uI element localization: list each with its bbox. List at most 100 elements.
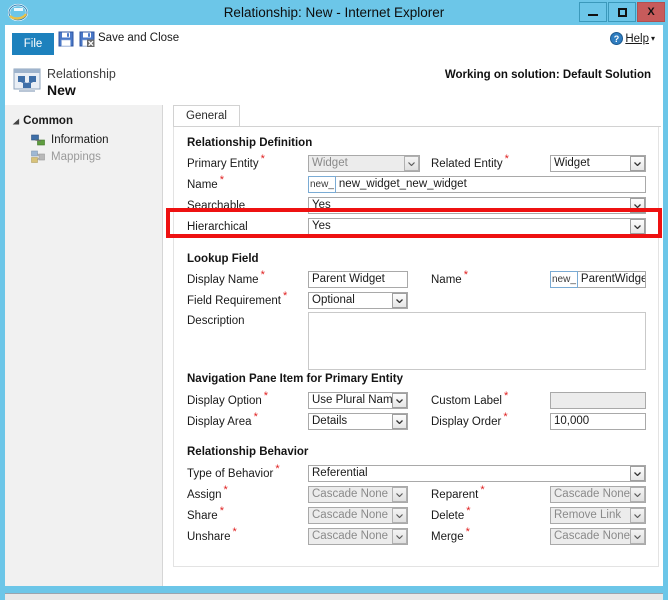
save-icon[interactable] bbox=[58, 31, 74, 47]
window-controls: X bbox=[579, 2, 665, 22]
input-description[interactable] bbox=[308, 312, 646, 370]
close-button[interactable]: X bbox=[637, 2, 665, 22]
required-marker: * bbox=[505, 153, 509, 165]
application-window: Relationship: New - Internet Explorer X … bbox=[0, 0, 668, 600]
form-panel: Relationship Definition Primary Entity* … bbox=[173, 127, 659, 567]
nav-group-label: Common bbox=[23, 115, 73, 127]
label-related-entity: Related Entity* bbox=[431, 158, 509, 170]
select-display-option[interactable]: Use Plural Name bbox=[308, 392, 408, 409]
chevron-down-icon[interactable] bbox=[392, 414, 407, 429]
name-value[interactable]: new_widget_new_widget bbox=[336, 176, 646, 193]
chevron-down-icon[interactable] bbox=[630, 508, 645, 523]
required-marker: * bbox=[480, 484, 484, 496]
select-assign[interactable]: Cascade None bbox=[308, 486, 408, 503]
required-marker: * bbox=[220, 505, 224, 517]
section-title-relationship-definition: Relationship Definition bbox=[187, 137, 312, 149]
chevron-down-icon[interactable] bbox=[630, 466, 645, 481]
page-body: Relationship New Working on solution: De… bbox=[5, 55, 663, 586]
left-navigation: ◢ Common Information bbox=[5, 105, 163, 586]
label-display-order: Display Order* bbox=[431, 416, 508, 428]
chevron-down-icon[interactable]: ▾ bbox=[651, 34, 655, 43]
select-type-of-behavior[interactable]: Referential bbox=[308, 465, 646, 482]
help-menu[interactable]: ? Help ▾ bbox=[610, 32, 655, 45]
chevron-down-icon[interactable] bbox=[404, 156, 419, 171]
select-related-entity[interactable]: Widget bbox=[550, 155, 646, 172]
label-lookup-name: Name* bbox=[431, 274, 468, 286]
label-unshare: Unshare* bbox=[187, 531, 237, 543]
label-custom-label: Custom Label* bbox=[431, 395, 508, 407]
select-primary-entity[interactable]: Widget bbox=[308, 155, 420, 172]
title-bar: Relationship: New - Internet Explorer X bbox=[0, 0, 668, 25]
section-title-relationship-behavior: Relationship Behavior bbox=[187, 446, 308, 458]
chevron-down-icon[interactable] bbox=[392, 293, 407, 308]
chevron-down-icon[interactable] bbox=[392, 529, 407, 544]
form-area: General Relationship Definition Primary … bbox=[163, 105, 663, 586]
select-field-requirement[interactable]: Optional bbox=[308, 292, 408, 309]
sidebar-item-mappings[interactable]: Mappings bbox=[31, 150, 101, 164]
help-icon: ? bbox=[610, 32, 623, 45]
label-field-requirement: Field Requirement* bbox=[187, 295, 287, 307]
maximize-button[interactable] bbox=[608, 2, 636, 22]
required-marker: * bbox=[275, 463, 279, 475]
label-searchable: Searchable bbox=[187, 200, 245, 212]
select-unshare[interactable]: Cascade None bbox=[308, 528, 408, 545]
file-tab[interactable]: File bbox=[12, 33, 54, 55]
required-marker: * bbox=[261, 269, 265, 281]
svg-text:?: ? bbox=[614, 34, 620, 44]
collapse-arrow-icon[interactable]: ◢ bbox=[13, 117, 19, 125]
select-display-area[interactable]: Details bbox=[308, 413, 408, 430]
required-marker: * bbox=[264, 390, 268, 402]
minimize-icon bbox=[588, 14, 598, 16]
required-marker: * bbox=[466, 505, 470, 517]
help-label[interactable]: Help bbox=[625, 33, 649, 45]
input-display-name[interactable]: Parent Widget bbox=[308, 271, 408, 288]
label-display-area: Display Area* bbox=[187, 416, 258, 428]
input-lookup-name[interactable]: new_ ParentWidgetId bbox=[550, 271, 646, 288]
window-status-strip bbox=[5, 593, 663, 600]
select-delete[interactable]: Remove Link bbox=[550, 507, 646, 524]
section-title-lookup-field: Lookup Field bbox=[187, 253, 259, 265]
mappings-icon bbox=[31, 150, 45, 164]
input-display-order[interactable]: 10,000 bbox=[550, 413, 646, 430]
select-share[interactable]: Cascade None bbox=[308, 507, 408, 524]
required-marker: * bbox=[503, 411, 507, 423]
input-custom-label[interactable] bbox=[550, 392, 646, 409]
ribbon-toolbar: File Save and Close bbox=[5, 25, 663, 55]
chevron-down-icon[interactable] bbox=[392, 487, 407, 502]
minimize-button[interactable] bbox=[579, 2, 607, 22]
chevron-down-icon[interactable] bbox=[392, 508, 407, 523]
chevron-down-icon[interactable] bbox=[630, 487, 645, 502]
chevron-down-icon[interactable] bbox=[392, 393, 407, 408]
required-marker: * bbox=[464, 269, 468, 281]
chevron-down-icon[interactable] bbox=[630, 219, 645, 234]
label-delete: Delete* bbox=[431, 510, 471, 522]
save-and-close-label[interactable]: Save and Close bbox=[98, 32, 179, 44]
label-display-name: Display Name* bbox=[187, 274, 265, 286]
nav-group-common[interactable]: ◢ Common bbox=[13, 115, 73, 127]
input-relationship-name[interactable]: new_ new_widget_new_widget bbox=[308, 176, 646, 193]
tab-general[interactable]: General bbox=[173, 105, 240, 126]
label-relationship-name: Name* bbox=[187, 179, 224, 191]
chevron-down-icon[interactable] bbox=[630, 198, 645, 213]
required-marker: * bbox=[504, 390, 508, 402]
label-description: Description bbox=[187, 315, 245, 327]
solution-context-label: Working on solution: Default Solution bbox=[445, 69, 651, 81]
sidebar-item-information[interactable]: Information bbox=[31, 133, 109, 147]
label-hierarchical: Hierarchical bbox=[187, 221, 248, 233]
sidebar-item-label: Mappings bbox=[51, 151, 101, 163]
page-title: New bbox=[47, 82, 76, 98]
label-share: Share* bbox=[187, 510, 224, 522]
label-display-option: Display Option* bbox=[187, 395, 268, 407]
save-and-close-icon[interactable] bbox=[79, 31, 95, 47]
select-reparent[interactable]: Cascade None bbox=[550, 486, 646, 503]
label-merge: Merge* bbox=[431, 531, 470, 543]
select-merge[interactable]: Cascade None bbox=[550, 528, 646, 545]
section-title-navigation-pane: Navigation Pane Item for Primary Entity bbox=[187, 373, 403, 385]
select-hierarchical[interactable]: Yes bbox=[308, 218, 646, 235]
chevron-down-icon[interactable] bbox=[630, 156, 645, 171]
select-searchable[interactable]: Yes bbox=[308, 197, 646, 214]
label-primary-entity: Primary Entity* bbox=[187, 158, 265, 170]
chevron-down-icon[interactable] bbox=[630, 529, 645, 544]
maximize-icon bbox=[618, 8, 627, 17]
lookup-name-value[interactable]: ParentWidgetId bbox=[578, 271, 646, 288]
